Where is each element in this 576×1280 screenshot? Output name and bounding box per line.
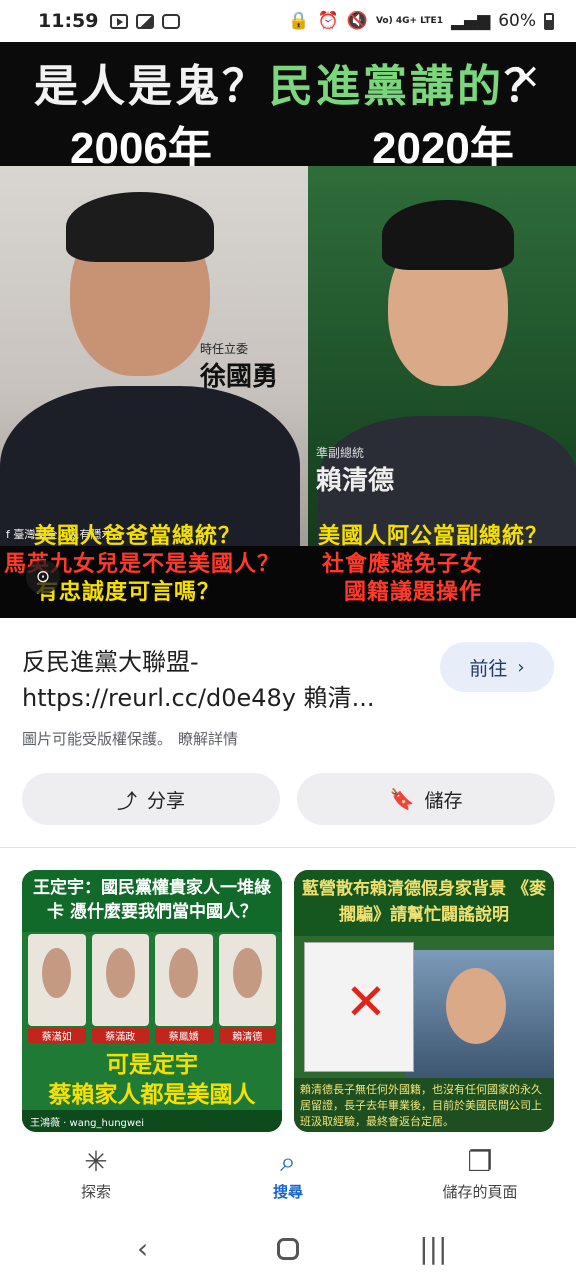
bookmark-icon: 🔖 — [389, 787, 415, 811]
name-label: 蔡滿如 — [28, 1028, 86, 1043]
nav-explore[interactable]: ✳ 探索 — [0, 1133, 192, 1217]
bottom-navigation: ✳ 探索 ⌕ 搜尋 ❐ 儲存的頁面 — [0, 1133, 576, 1217]
thumb1-footer: 王鴻薇 · wang_hungwei — [22, 1110, 282, 1132]
status-right: 🔒 ⏰ 🔇 Vo) 4G+ LTE1 ▂▄▆ 60% — [288, 11, 554, 31]
related-image-1[interactable]: 王定宇：國民黨權貴家人一堆綠卡 憑什麼要我們當中國人？ 蔡滿如 蔡滿政 蔡鳳嬌 … — [22, 870, 282, 1132]
thumb2-document: ✕ — [304, 942, 414, 1072]
thumb1-name-labels: 蔡滿如 蔡滿政 蔡鳳嬌 賴清德 — [28, 1028, 276, 1043]
related-image-2[interactable]: 藍營散布賴清德假身家背景 《麥擱騙》請幫忙闢謠說明 ✕ 賴清德長子無任何外國籍，… — [294, 870, 554, 1132]
battery-icon — [544, 12, 554, 30]
right-name-caption: 賴清德 — [316, 466, 395, 496]
name-label: 賴清德 — [218, 1028, 276, 1043]
status-time: 11:59 — [38, 10, 99, 32]
nav-search-label: 搜尋 — [272, 1183, 303, 1201]
thumb1-caption-line-2: 蔡賴家人都是美國人 — [48, 1082, 256, 1108]
network-indicator: Vo) 4G+ LTE1 — [375, 15, 443, 26]
youtube-notification-icon — [110, 13, 129, 29]
lens-icon[interactable]: ⊙ — [26, 560, 60, 594]
recents-icon[interactable]: ||| — [403, 1227, 463, 1271]
headline-part-1: 是人是鬼？ — [34, 61, 269, 112]
lock-icon: 🔒 — [288, 11, 310, 31]
thumb1-headline: 王定宇：國民黨權貴家人一堆綠卡 憑什麼要我們當中國人？ — [22, 870, 282, 932]
name-label: 蔡鳳嬌 — [155, 1028, 213, 1043]
search-icon: ⌕ — [280, 1145, 296, 1178]
headline-part-2: 民進黨講的 — [269, 61, 504, 112]
share-label: 分享 — [146, 789, 185, 812]
hero-headline: 是人是鬼？民進黨講的？ — [34, 50, 551, 114]
cross-mark-icon: ✕ — [345, 973, 387, 1031]
section-divider — [0, 847, 576, 848]
thumb1-caption: 可是定宇 蔡賴家人都是美國人 — [22, 1050, 282, 1110]
asterisk-icon: ✳ — [84, 1145, 108, 1178]
mute-icon: 🔇 — [346, 11, 368, 31]
gallery-notification-icon — [136, 13, 155, 29]
battery-percent: 60% — [498, 11, 536, 31]
nav-saved[interactable]: ❐ 儲存的頁面 — [384, 1133, 576, 1217]
thumb2-headline: 藍營散布賴清德假身家背景 《麥擱騙》請幫忙闢謠說明 — [294, 870, 554, 936]
right-person-hair — [382, 200, 514, 270]
facebook-icon: f — [6, 528, 10, 541]
face-photo — [155, 934, 213, 1026]
share-icon: ⤴ — [116, 788, 137, 813]
left-name-caption: 徐國勇 — [200, 362, 279, 392]
close-icon[interactable]: ✕ — [506, 58, 546, 98]
back-icon[interactable]: ‹ — [113, 1227, 173, 1271]
face-photo — [28, 934, 86, 1026]
right-role-caption: 準副總統 — [316, 446, 365, 460]
face-photo — [91, 934, 149, 1026]
save-button[interactable]: 🔖 儲存 — [297, 773, 555, 825]
bookmarks-icon: ❐ — [467, 1145, 493, 1178]
result-title[interactable]: 反民進黨大聯盟- https://reurl.cc/d0e48y 賴清... — [22, 644, 422, 716]
signal-icon: ▂▄▆ — [450, 11, 491, 31]
chevron-right-icon: › — [517, 656, 525, 678]
status-bar: 11:59 🔒 ⏰ 🔇 Vo) 4G+ LTE1 ▂▄▆ 60% — [0, 0, 576, 42]
copyright-text: 圖片可能受版權保護。 — [22, 730, 173, 748]
alarm-icon: ⏰ — [317, 11, 339, 31]
save-label: 儲存 — [424, 789, 463, 812]
right-question-3: 國籍議題操作 — [344, 580, 483, 605]
thumb2-photo — [406, 950, 554, 1080]
nav-saved-label: 儲存的頁面 — [442, 1183, 518, 1201]
learn-more-link[interactable]: 瞭解詳情 — [178, 730, 238, 748]
left-photo-panel: 時任立委 徐國勇 f 臺灣安全人民有隱才... — [0, 166, 308, 546]
thumb1-faces — [28, 934, 276, 1026]
goto-label: 前往 — [469, 657, 508, 680]
thumb2-body: 賴清德長子無任何外國籍，也沒有任何國家的永久居留證，長子去年畢業後，目前於美國民… — [294, 1078, 554, 1132]
share-button[interactable]: ⤴ 分享 — [22, 773, 280, 825]
status-left: 11:59 — [38, 10, 181, 32]
face-photo — [218, 934, 276, 1026]
copyright-notice: 圖片可能受版權保護。 瞭解詳情 — [22, 728, 238, 749]
thumb1-caption-line-1: 可是定宇 — [106, 1052, 198, 1078]
left-person-hair — [66, 192, 214, 262]
system-navigation: ‹ ||| — [0, 1217, 576, 1280]
right-photo-panel: 準副總統 賴清德 — [308, 166, 576, 546]
home-button[interactable] — [258, 1227, 318, 1271]
goto-button[interactable]: 前往 › — [440, 642, 554, 692]
camera-notification-icon — [162, 13, 181, 29]
left-role-caption: 時任立委 — [200, 342, 249, 356]
left-question-3: 有忠誠度可言嗎？ — [36, 580, 221, 605]
name-label: 蔡滿政 — [91, 1028, 149, 1043]
home-icon — [276, 1237, 299, 1260]
hero-image[interactable]: 是人是鬼？民進黨講的？ 2006年 2020年 時任立委 徐國勇 f 臺灣安全人… — [0, 42, 576, 618]
nav-explore-label: 探索 — [80, 1183, 111, 1201]
nav-search[interactable]: ⌕ 搜尋 — [192, 1133, 384, 1217]
